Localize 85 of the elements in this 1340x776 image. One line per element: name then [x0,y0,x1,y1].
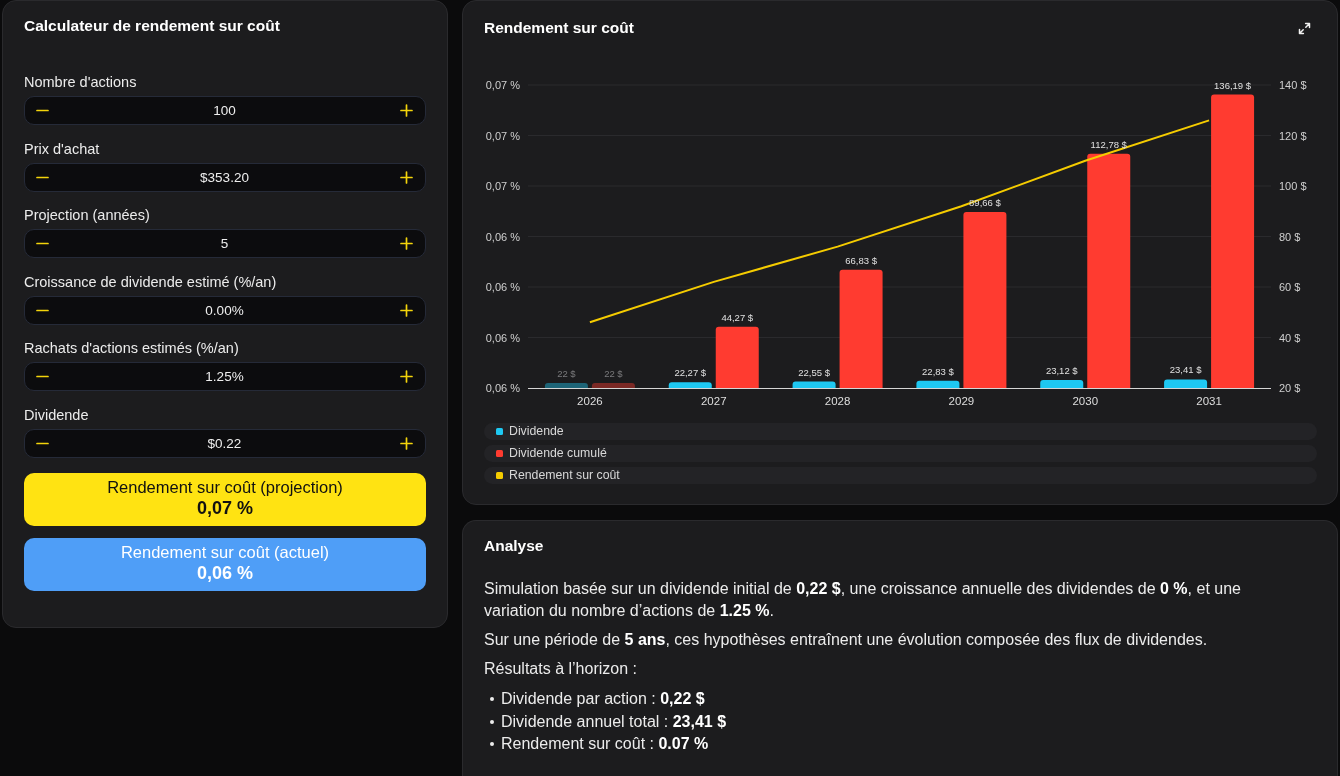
axis-tick-label: 0,06 % [485,382,520,394]
plus-icon [400,237,413,250]
legend-label: Dividende cumulé [509,446,607,461]
number-stepper[interactable]: 5 [24,229,426,258]
value-input[interactable]: 100 [49,101,400,120]
bar-value-label: 22,83 $ [922,365,954,377]
bar-value-label: 22 $ [604,367,623,379]
axis-tick-label: 100 $ [1279,180,1307,192]
field-label: Croissance de dividende estimé (%/an) [24,272,277,291]
result-label: Rendement sur coût (projection) [107,476,343,497]
field-label: Nombre d'actions [24,73,137,91]
legend-item[interactable]: Rendement sur coût [484,467,1317,484]
bar-value-label: 22,55 $ [798,366,830,378]
panel-title: Analyse [484,537,544,555]
number-stepper[interactable]: 1.25% [24,362,426,391]
field-label: Rachats d'actions estimés (%/an) [24,339,239,357]
legend-label: Rendement sur coût [509,468,620,483]
axis-tick-label: 20 $ [1279,382,1301,394]
bar-value-label: 22 $ [557,367,576,379]
plus-icon [400,303,413,317]
axis-tick-label: 80 $ [1279,230,1301,243]
expand-icon[interactable] [1298,21,1311,35]
number-stepper[interactable]: $0.22 [24,428,426,458]
bar-value-label: 136,19 $ [1214,79,1252,91]
plus-icon [400,370,413,383]
legend-item[interactable]: Dividende [484,423,1317,440]
axis-category-label: 2029 [948,395,975,407]
value-input[interactable]: $353.20 [49,168,400,186]
axis-category-label: 2031 [1196,395,1222,407]
axis-tick-label: 0,07 % [485,129,520,142]
value-input[interactable]: 5 [49,234,400,253]
plus-icon [400,436,413,450]
panel-title: Calculateur de rendement sur coût [24,16,280,36]
field-label: Prix d'achat [24,139,100,158]
axis-category-label: 2028 [824,395,851,407]
value-input[interactable]: 0.00% [49,301,400,319]
axis-tick-label: 140 $ [1279,79,1307,91]
number-stepper[interactable]: $353.20 [24,162,426,192]
plus-icon [400,104,413,117]
bullet-icon [490,697,494,701]
number-stepper[interactable]: 0.00% [24,295,426,325]
value-input[interactable]: 1.25% [49,367,400,386]
number-stepper[interactable]: 100 [24,96,426,125]
axis-category-label: 2027 [700,395,727,407]
bar-value-label: 112,78 $ [1090,138,1127,150]
bullet-icon [490,742,494,746]
legend-item[interactable]: Dividende cumulé [484,445,1317,462]
axis-tick-label: 0,06 % [485,281,520,293]
axis-tick-label: 0,06 % [485,230,520,243]
result-item: Dividende annuel total : 23,41 $ [501,711,727,732]
legend-label: Dividende [509,424,564,439]
field-label: Projection (années) [24,206,150,224]
analysis-paragraph: Simulation basée sur un dividende initial de 0,22 $, une croissance annuelle des dividendes de 0 %, et une variation du nombre d’actions de 1.25 %. [484,579,1242,621]
axis-tick-label: 0,07 % [485,180,520,192]
axis-category-label: 2030 [1072,395,1099,407]
axis-tick-label: 120 $ [1279,129,1307,142]
result-value: 0,07 % [196,496,253,519]
result-item: Dividende par action : 0,22 $ [501,689,705,709]
bar-value-label: 89,66 $ [969,197,1001,209]
increment-button[interactable] [400,436,413,450]
axis-tick-label: 0,06 % [485,331,520,344]
increment-button[interactable] [400,303,413,317]
axis-tick-label: 0,07 % [485,79,520,91]
panel-title: Rendement sur coût [484,19,634,37]
result-label: Rendement sur coût (actuel) [120,541,330,562]
analysis-paragraph: Sur une période de 5 ans, ces hypothèses entraînent une évolution composée des flux de dividendes. [484,630,1209,650]
bar-value-label: 44,27 $ [721,311,754,323]
bar-value-label: 23,12 $ [1045,365,1078,377]
axis-tick-label: 60 $ [1279,281,1301,293]
increment-button[interactable] [400,370,413,383]
bar-value-label: 23,41 $ [1169,364,1202,376]
plus-icon [400,170,413,184]
bullet-icon [490,719,494,724]
value-input[interactable]: $0.22 [49,434,400,452]
increment-button[interactable] [400,237,413,250]
analysis-paragraph: Résultats à l’horizon : [484,659,638,679]
axis-tick-label: 40 $ [1279,331,1301,344]
result-value: 0,06 % [196,561,253,584]
field-label: Dividende [24,405,89,424]
axis-category-label: 2026 [577,395,603,407]
increment-button[interactable] [400,170,413,184]
increment-button[interactable] [400,104,413,117]
result-item: Rendement sur coût : 0.07 % [501,734,709,754]
bar-value-label: 22,27 $ [674,367,707,379]
bar-value-label: 66,83 $ [845,254,877,266]
